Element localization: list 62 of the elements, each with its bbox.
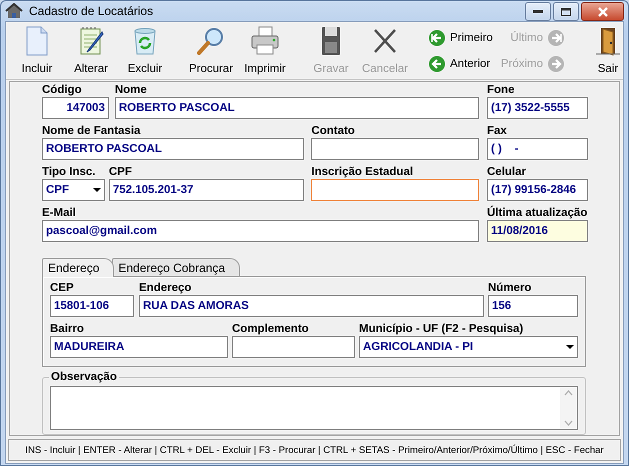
field-label: Fone — [487, 84, 516, 97]
dropdown-field[interactable]: CPF — [42, 179, 105, 201]
text-field[interactable] — [311, 179, 480, 201]
printer-icon — [249, 25, 281, 57]
toolbar-button[interactable]: Alterar — [64, 22, 118, 79]
toolbar-button[interactable]: Sair — [581, 22, 629, 79]
text-field[interactable] — [232, 336, 355, 358]
scroll-up-icon — [564, 390, 573, 396]
text-field[interactable]: 11/08/2016 — [487, 220, 588, 242]
text-field[interactable]: 156 — [488, 295, 578, 317]
text-field[interactable]: 15801-106 — [50, 295, 134, 317]
text-field[interactable]: RUA DAS AMORAS — [139, 295, 484, 317]
text-field[interactable]: (17) 99156-2846 — [487, 179, 588, 201]
field-label: Inscrição Estadual — [311, 166, 414, 179]
field-label: Número — [488, 282, 532, 295]
text-field[interactable]: MADUREIRA — [50, 336, 228, 358]
field-label: CPF — [108, 166, 133, 179]
toolbar-button[interactable]: Incluir — [10, 22, 64, 79]
text-field[interactable]: pascoal@gmail.com — [42, 220, 479, 242]
dropdown-caret-icon — [92, 188, 101, 192]
maximize-button[interactable] — [553, 2, 579, 21]
window-title: Cadastro de Locatários — [29, 4, 154, 18]
field-label: E-Mail — [42, 207, 77, 220]
tab[interactable]: Endereço — [42, 258, 114, 277]
text-field[interactable] — [311, 138, 479, 160]
navigation-button[interactable]: Primeiro — [428, 28, 493, 48]
close-icon — [596, 6, 608, 16]
field-label: Fax — [487, 125, 508, 138]
text-field[interactable]: (17) 3522-5555 — [487, 97, 588, 119]
field-label: Contato — [311, 125, 356, 138]
field-label: Última atualização — [487, 207, 588, 220]
field-label: Endereço — [139, 282, 192, 295]
text-area[interactable] — [50, 386, 578, 430]
dropdown-caret-icon — [566, 345, 574, 349]
text-field[interactable]: ROBERTO PASCOAL — [42, 138, 304, 160]
text-field[interactable]: 752.105.201-37 — [108, 179, 304, 201]
field-label: CEP — [50, 282, 75, 295]
field-label: Tipo Insc. — [42, 166, 96, 179]
scroll-down-icon — [564, 420, 573, 426]
tab[interactable]: Endereço Cobrança — [112, 258, 240, 276]
house-icon — [5, 3, 23, 19]
text-field[interactable]: ( ) - — [487, 138, 588, 160]
minimize-button[interactable] — [525, 2, 551, 21]
close-button[interactable] — [581, 2, 624, 21]
group-label: Observação — [49, 371, 119, 384]
field-label: Celular — [487, 166, 527, 179]
maximize-icon — [561, 8, 571, 16]
field-label: Código — [42, 84, 83, 97]
field-label: Complemento — [232, 323, 310, 336]
minimize-icon — [533, 10, 543, 14]
field-label: Bairro — [50, 323, 85, 336]
toolbar-button[interactable]: Imprimir — [238, 22, 292, 79]
field-label: Nome de Fantasia — [42, 125, 142, 138]
field-label: Nome — [114, 84, 148, 97]
status-bar: INS - Incluir | ENTER - Alterar | CTRL + DEL - Excluir | F3 - Procurar | CTRL + SETAS - Primeiro/Anterior/Próximo/Último | ESC - Fechar — [8, 439, 621, 461]
navigation-button[interactable]: Anterior — [428, 54, 493, 74]
toolbar-button[interactable]: Excluir — [118, 22, 172, 79]
toolbar-button[interactable]: Procurar — [184, 22, 238, 79]
dropdown-field[interactable]: AGRICOLANDIA - PI — [359, 336, 578, 358]
field-label: Município - UF (F2 - Pesquisa) — [359, 323, 524, 336]
text-field[interactable]: ROBERTO PASCOAL — [114, 97, 479, 119]
text-field[interactable]: 147003 — [42, 97, 109, 119]
